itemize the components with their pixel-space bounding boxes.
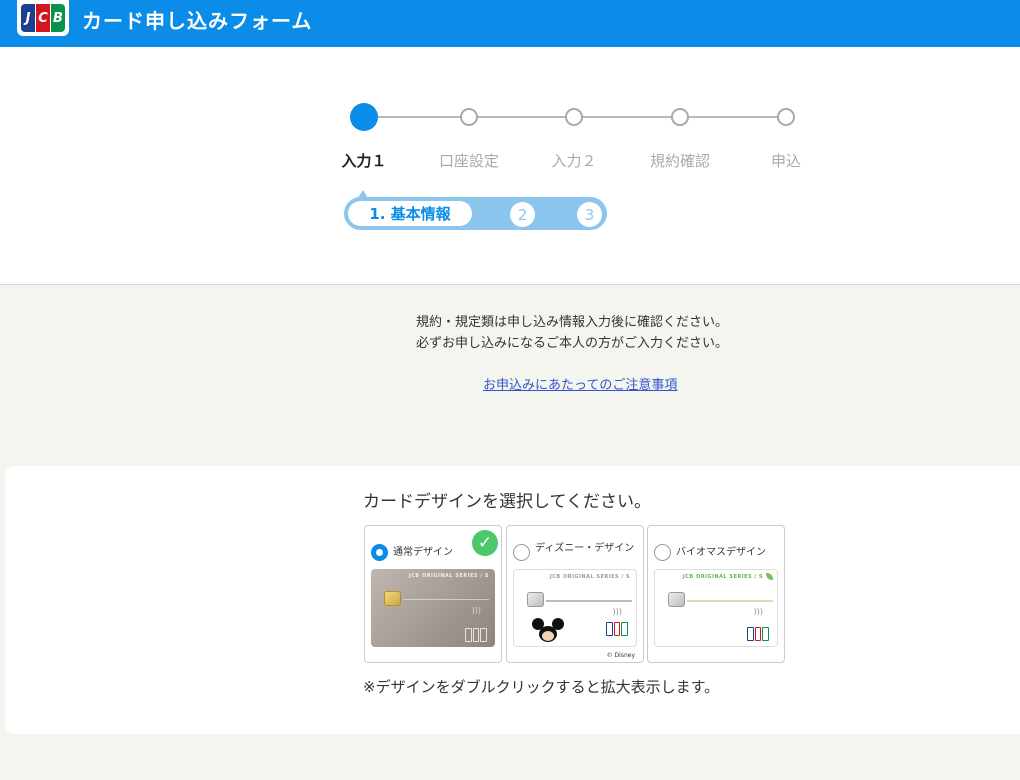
step-dot-account (460, 108, 478, 126)
card-stripe (403, 599, 489, 600)
contactless-icon: ))) (612, 607, 622, 616)
contactless-icon: ))) (753, 607, 763, 616)
notice-line-1: 規約・規定類は申し込み情報入力後に確認ください。 (415, 315, 728, 330)
step-label-apply: 申込 (770, 152, 801, 170)
step-dot-input2 (565, 108, 583, 126)
selected-check-icon: ✓ (472, 530, 498, 556)
step-label-terms: 規約確認 (649, 152, 710, 170)
card-chip-icon (668, 592, 685, 607)
substep-2: 2 (510, 202, 535, 227)
radio-biomass[interactable] (654, 544, 671, 561)
jcb-logo-j: J (21, 4, 35, 32)
app-header: J C B カード申し込みフォーム (0, 0, 1020, 47)
precautions-link[interactable]: お申込みにあたってのご注意事項 (483, 374, 677, 393)
card-image-biomass[interactable]: JCB ORIGINAL SERIES / S ))) (654, 569, 778, 647)
card-jcb-mark-icon (465, 628, 488, 642)
notice-line-2: 必ずお申し込みになるご本人の方がご入力ください。 (415, 336, 728, 351)
mickey-icon (532, 618, 564, 642)
card-stripe (546, 600, 632, 602)
step-label-input1: 入力１ (341, 152, 387, 170)
design-option-disney[interactable]: ディズニー・デザイン JCB ORIGINAL SERIES / S ))) ©… (506, 525, 644, 663)
substep-indicator: 1. 基本情報 2 3 (344, 197, 607, 230)
design-zoom-note: ※デザインをダブルクリックすると拡大表示します。 (363, 678, 720, 696)
step-dot-input1 (350, 103, 378, 131)
card-image-standard[interactable]: JCB ORIGINAL SERIES / S ))) (371, 569, 495, 647)
disney-copyright: © Disney (606, 652, 635, 659)
card-series-text: JCB ORIGINAL SERIES / S (682, 574, 763, 580)
substep-current: 1. 基本情報 (348, 201, 472, 226)
substep-3: 3 (577, 202, 602, 227)
step-dot-apply (777, 108, 795, 126)
step-label-account: 口座設定 (438, 152, 499, 170)
card-stripe (687, 600, 773, 602)
card-chip-icon (527, 592, 544, 607)
card-series-text: JCB ORIGINAL SERIES / S (549, 574, 630, 580)
jcb-logo-c: C (36, 4, 50, 32)
radio-disney[interactable] (513, 544, 530, 561)
jcb-logo-b: B (51, 4, 65, 32)
design-option-standard[interactable]: 通常デザイン ✓ JCB ORIGINAL SERIES / S ))) (364, 525, 502, 663)
step-label-input2: 入力２ (551, 152, 597, 170)
card-jcb-mark-icon (747, 627, 770, 641)
app-title: カード申し込みフォーム (82, 9, 313, 33)
card-series-text: JCB ORIGINAL SERIES / S (408, 573, 489, 579)
design-label-disney: ディズニー・デザイン (535, 543, 635, 554)
card-design-title: カードデザインを選択してください。 (363, 492, 651, 512)
card-jcb-mark-icon (606, 622, 629, 636)
radio-standard[interactable] (371, 544, 388, 561)
design-option-biomass[interactable]: バイオマスデザイン JCB ORIGINAL SERIES / S ))) (647, 525, 785, 663)
notice-text: 規約・規定類は申し込み情報入力後に確認ください。 必ずお申し込みになるご本人の方… (0, 312, 1020, 354)
leaf-icon (766, 573, 773, 580)
step-dot-terms (671, 108, 689, 126)
design-label-standard: 通常デザイン (393, 547, 453, 558)
progress-stepper: 入力１ 口座設定 入力２ 規約確認 申込 1. 基本情報 2 3 (0, 47, 1020, 285)
contactless-icon: ))) (471, 606, 481, 615)
design-label-biomass: バイオマスデザイン (676, 547, 766, 558)
card-chip-icon (384, 591, 401, 606)
jcb-logo: J C B (17, 0, 69, 36)
card-image-disney[interactable]: JCB ORIGINAL SERIES / S ))) (513, 569, 637, 647)
